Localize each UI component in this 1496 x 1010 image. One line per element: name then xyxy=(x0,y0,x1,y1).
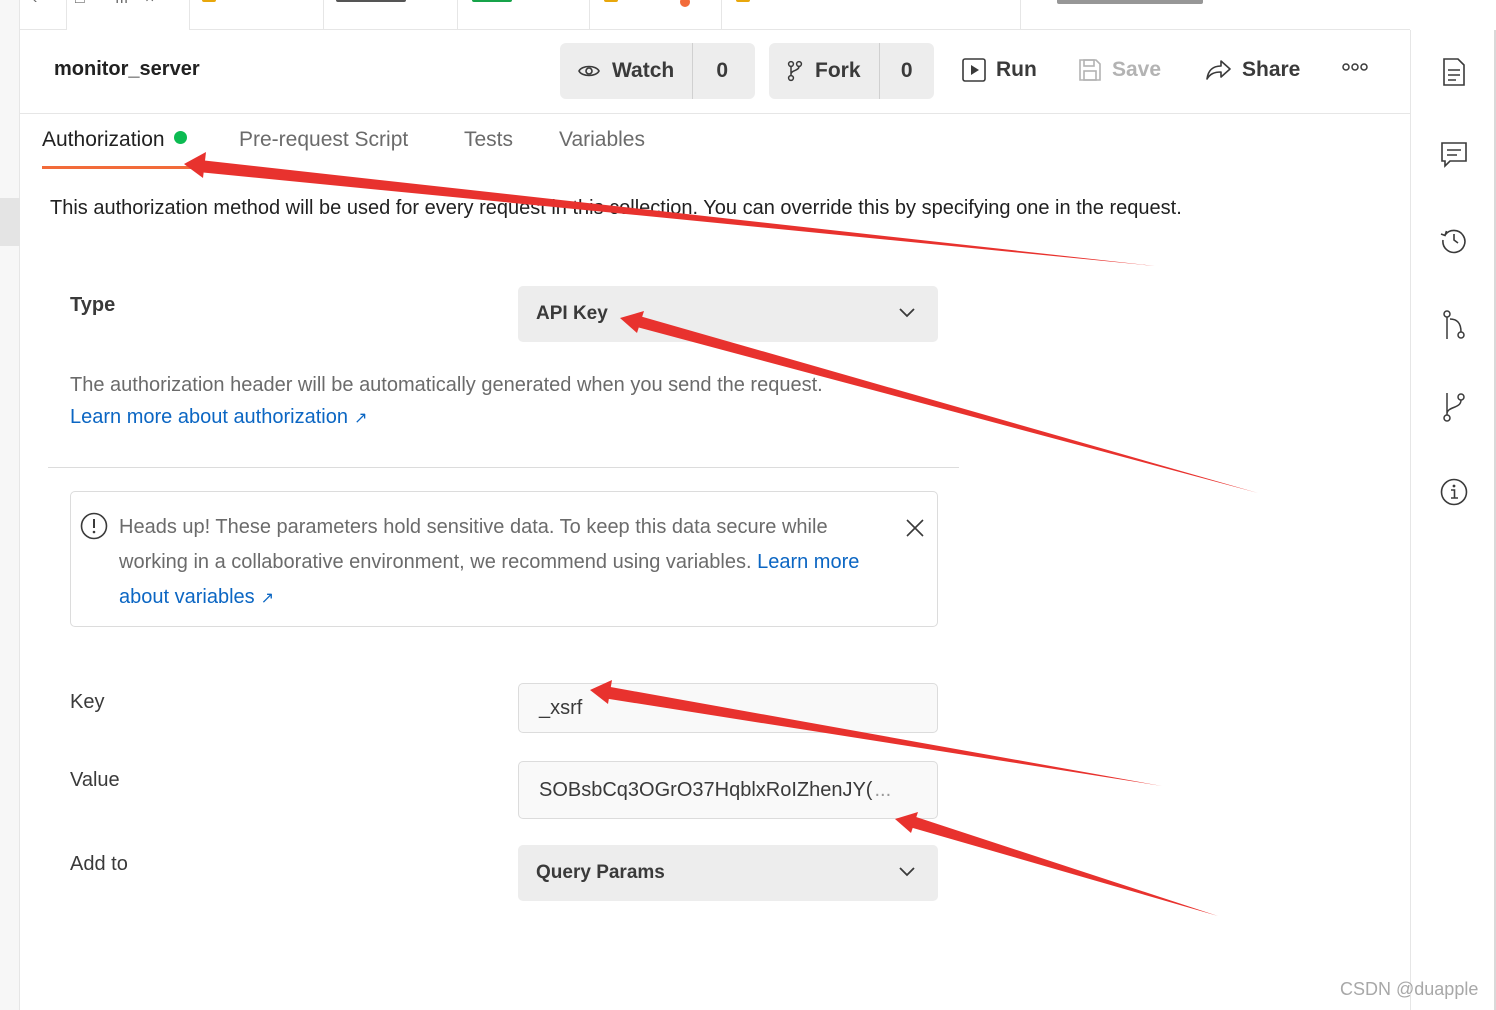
collection-header: monitor_server Watch 0 Fork 0 Run Save S… xyxy=(20,30,1410,114)
tab-pre-request-script[interactable]: Pre-request Script xyxy=(239,128,408,152)
watch-button[interactable]: Watch xyxy=(560,43,694,99)
pull-request-icon xyxy=(1443,310,1465,339)
add-to-select[interactable]: Query Params xyxy=(518,845,938,901)
add-to-value: Query Params xyxy=(536,862,665,883)
auth-type-value: API Key xyxy=(536,303,608,324)
collection-title: monitor_server xyxy=(54,58,200,80)
more-options-button[interactable] xyxy=(1342,62,1378,72)
learn-more-authorization-link[interactable]: Learn more about authorization ↗ xyxy=(70,406,367,429)
tab-item[interactable] xyxy=(458,0,590,30)
fork-icon xyxy=(1443,393,1465,422)
left-sidebar-strip xyxy=(0,0,20,1010)
tab-item[interactable] xyxy=(590,0,722,30)
section-divider xyxy=(48,467,959,468)
key-value: _xsrf xyxy=(539,696,583,719)
tab-title-fragment: ııı xyxy=(115,0,128,8)
value-label: Value xyxy=(70,769,120,791)
close-icon[interactable] xyxy=(905,518,925,538)
environment-selector[interactable] xyxy=(1020,0,1410,30)
chevron-down-icon xyxy=(899,308,915,318)
environment-label-fragment xyxy=(1057,0,1203,4)
type-label: Type xyxy=(70,294,116,316)
collection-tabs: Authorization Pre-request Script Tests V… xyxy=(20,114,1410,170)
history-icon xyxy=(1440,229,1466,254)
share-icon xyxy=(1206,60,1231,80)
request-tab-bar: ‹ □ ııı × xyxy=(20,0,1410,30)
tab-authorization[interactable]: Authorization xyxy=(42,128,187,152)
external-link-icon: ↗ xyxy=(260,590,275,607)
right-sidebar xyxy=(1410,30,1496,1010)
tab-variables[interactable]: Variables xyxy=(559,128,645,152)
value-ellipsis: ... xyxy=(874,778,892,801)
chevron-left-icon[interactable]: ‹ xyxy=(32,0,37,8)
share-label: Share xyxy=(1242,58,1301,81)
forks-button[interactable] xyxy=(1439,392,1469,422)
sensitive-data-warning: Heads up! These parameters hold sensitiv… xyxy=(70,491,938,627)
learn-more-authorization-label: Learn more about authorization xyxy=(70,406,348,428)
close-icon[interactable]: × xyxy=(145,0,154,8)
info-button[interactable] xyxy=(1439,477,1469,507)
value-value: SOBsbCq3OGrO37HqblxRoIZhenJY( xyxy=(539,778,873,801)
alert-circle-icon xyxy=(80,512,108,540)
warning-message: Heads up! These parameters hold sensitiv… xyxy=(119,516,828,573)
document-icon xyxy=(1443,58,1465,86)
auth-helper-text: The authorization header will be automat… xyxy=(70,374,823,396)
active-tab-indicator xyxy=(42,166,198,169)
external-link-icon: ↗ xyxy=(353,410,368,427)
documentation-button[interactable] xyxy=(1439,57,1469,87)
watermark: CSDN @duapple xyxy=(1340,979,1479,999)
key-input[interactable]: _xsrf xyxy=(518,683,938,733)
tab-title-fragment xyxy=(336,0,406,2)
active-status-dot-icon xyxy=(173,131,187,144)
fork-count[interactable]: 0 xyxy=(880,59,934,83)
collection-icon: □ xyxy=(75,0,85,8)
save-label: Save xyxy=(1112,58,1162,81)
watch-label: Watch xyxy=(612,59,675,82)
tab-authorization-label: Authorization xyxy=(42,128,165,151)
method-badge-icon xyxy=(604,0,618,2)
fork-label: Fork xyxy=(815,59,861,82)
run-label: Run xyxy=(996,58,1037,81)
fork-button-group: Fork 0 xyxy=(769,43,934,99)
changelog-button[interactable] xyxy=(1439,225,1469,255)
auth-type-select[interactable]: API Key xyxy=(518,286,938,342)
tab-tests[interactable]: Tests xyxy=(464,128,513,152)
method-badge-icon xyxy=(202,0,216,2)
method-badge-icon xyxy=(472,0,512,2)
comments-button[interactable] xyxy=(1439,140,1469,170)
more-icon xyxy=(1342,63,1368,71)
left-sidebar-selected-item[interactable] xyxy=(0,198,20,246)
pull-requests-button[interactable] xyxy=(1439,310,1469,340)
method-badge-icon xyxy=(736,0,750,2)
fork-icon xyxy=(787,60,803,82)
share-button[interactable]: Share xyxy=(1206,58,1300,82)
warning-text: Heads up! These parameters hold sensitiv… xyxy=(119,510,879,616)
tab-item[interactable] xyxy=(324,0,458,30)
value-input[interactable]: SOBsbCq3OGrO37HqblxRoIZhenJY(... xyxy=(518,761,938,819)
tab-item[interactable] xyxy=(722,0,922,30)
chevron-down-icon xyxy=(899,867,915,877)
run-button[interactable]: Run xyxy=(962,58,1037,82)
eye-icon xyxy=(578,65,600,77)
watch-button-group: Watch 0 xyxy=(560,43,755,99)
play-icon xyxy=(962,58,986,82)
save-icon xyxy=(1079,59,1101,81)
comment-icon xyxy=(1441,142,1467,168)
tab-item[interactable] xyxy=(190,0,324,30)
fork-button[interactable]: Fork xyxy=(769,43,880,99)
key-label: Key xyxy=(70,691,105,713)
tab-active[interactable]: □ ııı × xyxy=(66,0,190,30)
save-button[interactable]: Save xyxy=(1078,58,1161,82)
annotation-arrow-value xyxy=(906,815,1218,916)
add-to-label: Add to xyxy=(70,853,128,875)
unsaved-dot-icon xyxy=(680,0,690,7)
auth-description: This authorization method will be used f… xyxy=(50,197,1182,219)
info-icon xyxy=(1440,478,1468,506)
watch-count[interactable]: 0 xyxy=(693,59,751,83)
